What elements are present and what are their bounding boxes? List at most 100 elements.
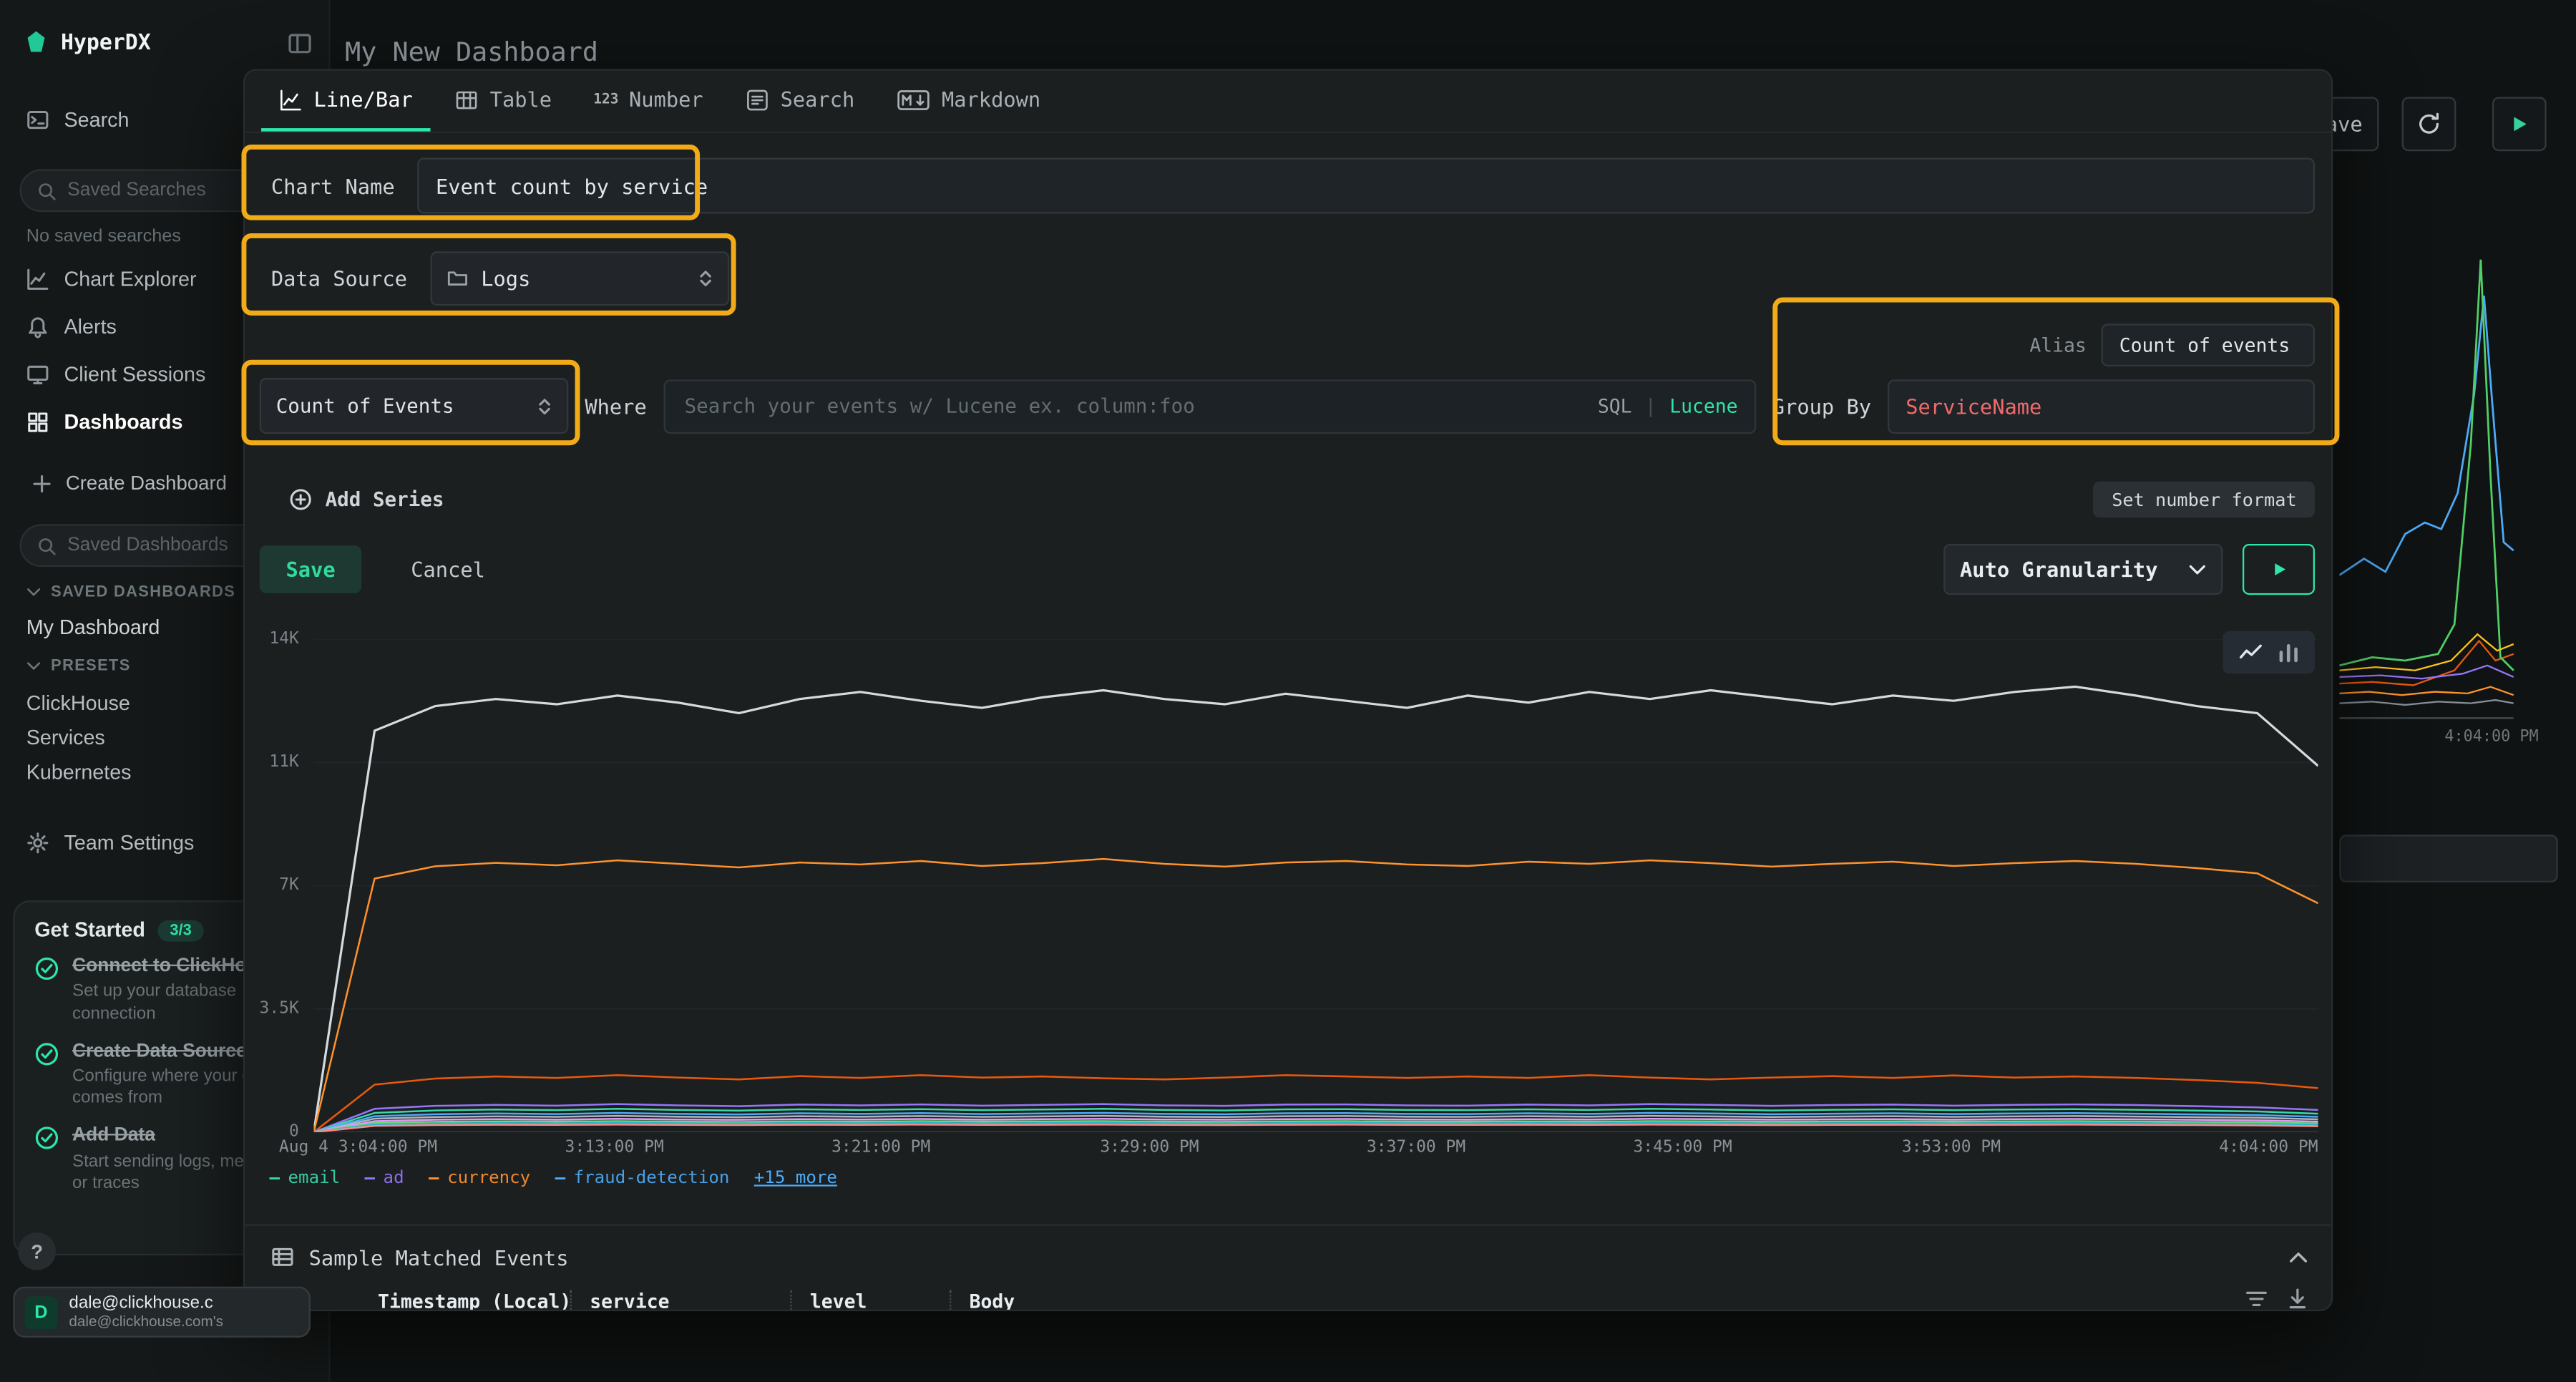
sidebar-item-label: Team Settings — [64, 832, 195, 855]
sidebar-preset-kubernetes[interactable]: Kubernetes — [26, 761, 132, 784]
user-email: dale@clickhouse.c — [69, 1294, 223, 1314]
sidebar-item-label: Client Sessions — [64, 363, 206, 386]
save-button[interactable]: Save — [260, 545, 362, 593]
sidebar-item-label: Search — [64, 109, 130, 132]
y-tick-label: 3.5K — [260, 1000, 299, 1018]
legend-label: ad — [384, 1168, 404, 1188]
plus-circle-icon — [289, 488, 312, 511]
tab-label: Line/Bar — [314, 87, 413, 112]
sidebar-item-team-settings[interactable]: Team Settings — [26, 832, 195, 855]
section-divider — [245, 1224, 2331, 1225]
saved-dashboards-section-header[interactable]: SAVED DASHBOARDS — [26, 583, 235, 601]
sidebar-item-label: Alerts — [64, 316, 117, 339]
sort-lines-icon[interactable] — [2246, 1288, 2268, 1310]
set-number-format-button[interactable]: Set number format — [2094, 482, 2315, 518]
sidebar-item-alerts[interactable]: Alerts — [26, 316, 117, 339]
lucene-toggle[interactable]: Lucene — [1669, 394, 1737, 417]
sidebar-header: HyperDX — [23, 29, 312, 56]
search-list-icon — [746, 88, 769, 111]
table-icon — [455, 88, 478, 111]
user-account-button[interactable]: D dale@clickhouse.c dale@clickhouse.com'… — [13, 1287, 311, 1338]
sidebar-item-label: Chart Explorer — [64, 268, 197, 291]
updown-chevrons-icon — [698, 268, 713, 289]
download-icon[interactable] — [2287, 1288, 2308, 1310]
main-chart-plot[interactable] — [314, 639, 2318, 1132]
create-dashboard-label: Create Dashboard — [66, 472, 227, 495]
legend-swatch: — — [270, 1168, 280, 1188]
editor-tabs: Line/Bar Table 123NumberSearch Markdown — [245, 71, 2331, 133]
get-started-progress-badge: 3/3 — [158, 920, 203, 941]
chevron-down-icon — [2188, 563, 2206, 575]
legend-item-fraud-detection[interactable]: —fraud-detection — [555, 1168, 730, 1188]
cancel-button[interactable]: Cancel — [398, 545, 498, 593]
table-column-timestamp-local-[interactable]: Timestamp (Local) — [360, 1290, 570, 1311]
chart-legend: —email—ad—currency—fraud-detection+15 mo… — [270, 1168, 837, 1188]
refresh-icon — [2416, 112, 2441, 136]
data-source-value: Logs — [481, 266, 530, 291]
sidebar-item-search[interactable]: Search — [26, 109, 130, 132]
sidebar-preset-services[interactable]: Services — [26, 726, 105, 749]
where-search-input[interactable] — [681, 393, 1584, 419]
tab-table[interactable]: Table — [437, 71, 570, 132]
tab-search[interactable]: Search — [728, 71, 872, 132]
table-column-level[interactable]: level — [790, 1290, 950, 1311]
tab-label: Markdown — [942, 87, 1040, 112]
group-by-input[interactable] — [1888, 379, 2315, 433]
plus-icon — [33, 474, 51, 492]
bar-chart-icon[interactable] — [2276, 641, 2299, 663]
legend-swatch: — — [429, 1168, 439, 1188]
presets-section-header[interactable]: PRESETS — [26, 657, 131, 675]
number-123-icon: 123 — [595, 88, 618, 111]
chart-name-input[interactable] — [418, 157, 2315, 213]
run-query-button[interactable] — [2243, 544, 2315, 595]
aggregation-select[interactable]: Count of Events — [260, 378, 569, 434]
granularity-select[interactable]: Auto Granularity — [1943, 544, 2223, 595]
table-column-service[interactable]: service — [570, 1290, 791, 1311]
events-table-header: Timestamp (Local)servicelevelBody — [271, 1285, 2233, 1311]
sql-toggle[interactable]: SQL — [1598, 394, 1632, 417]
hyperdx-logo-icon — [23, 29, 49, 56]
help-button[interactable]: ? — [18, 1232, 56, 1270]
sidebar-item-dashboards[interactable]: Dashboards — [26, 411, 183, 434]
sample-matched-events-header[interactable]: Sample Matched Events — [271, 1242, 2308, 1272]
table-column-body[interactable]: Body — [950, 1290, 2233, 1311]
where-search-box: SQL | Lucene — [663, 379, 1756, 433]
bell-icon — [26, 316, 49, 339]
create-dashboard-button[interactable]: Create Dashboard — [33, 472, 227, 495]
sidebar-item-client-sessions[interactable]: Client Sessions — [26, 363, 206, 386]
y-tick-label: 11K — [269, 754, 298, 772]
line-chart-icon[interactable] — [2238, 641, 2261, 663]
x-tick-label: 3:21:00 PM — [831, 1139, 930, 1157]
tab-line-bar[interactable]: Line/Bar — [261, 71, 431, 132]
sidebar-item-my-dashboard[interactable]: My Dashboard — [26, 616, 160, 639]
refresh-button[interactable] — [2402, 97, 2457, 151]
sidebar-preset-clickhouse[interactable]: ClickHouse — [26, 692, 130, 715]
background-input-fragment[interactable] — [2339, 834, 2557, 882]
data-source-select[interactable]: Logs — [430, 251, 729, 306]
group-by-label: Group By — [1772, 394, 1871, 418]
no-saved-searches-note: No saved searches — [26, 227, 181, 247]
tab-markdown[interactable]: Markdown — [879, 71, 1059, 132]
check-circle-icon — [34, 1126, 59, 1150]
chevron-up-icon[interactable] — [2288, 1250, 2308, 1263]
run-query-background-button[interactable] — [2492, 97, 2547, 151]
background-chart-fragment — [2339, 246, 2576, 739]
legend-item-email[interactable]: —email — [270, 1168, 341, 1188]
get-started-title: Get Started — [34, 918, 145, 941]
legend-item-ad[interactable]: —ad — [365, 1168, 404, 1188]
tab-number[interactable]: 123Number — [577, 71, 721, 132]
alias-label: Alias — [2029, 334, 2086, 356]
alias-row: Alias — [2029, 323, 2315, 366]
tab-label: Table — [490, 87, 552, 112]
sample-matched-events-title: Sample Matched Events — [309, 1245, 569, 1269]
events-table-icon — [271, 1245, 294, 1268]
sidebar-item-chart-explorer[interactable]: Chart Explorer — [26, 268, 197, 291]
legend-item-currency[interactable]: —currency — [429, 1168, 530, 1188]
legend-show-more-link[interactable]: +15 more — [754, 1168, 837, 1188]
add-series-button[interactable]: Add Series — [289, 482, 444, 518]
x-tick-label: Aug 4 3:04:00 PM — [279, 1139, 437, 1157]
x-tick-label: 4:04:00 PM — [2219, 1139, 2318, 1157]
chart-type-toggle[interactable] — [2223, 631, 2315, 674]
alias-input[interactable] — [2101, 323, 2314, 366]
sidebar-collapse-icon[interactable] — [288, 30, 312, 54]
